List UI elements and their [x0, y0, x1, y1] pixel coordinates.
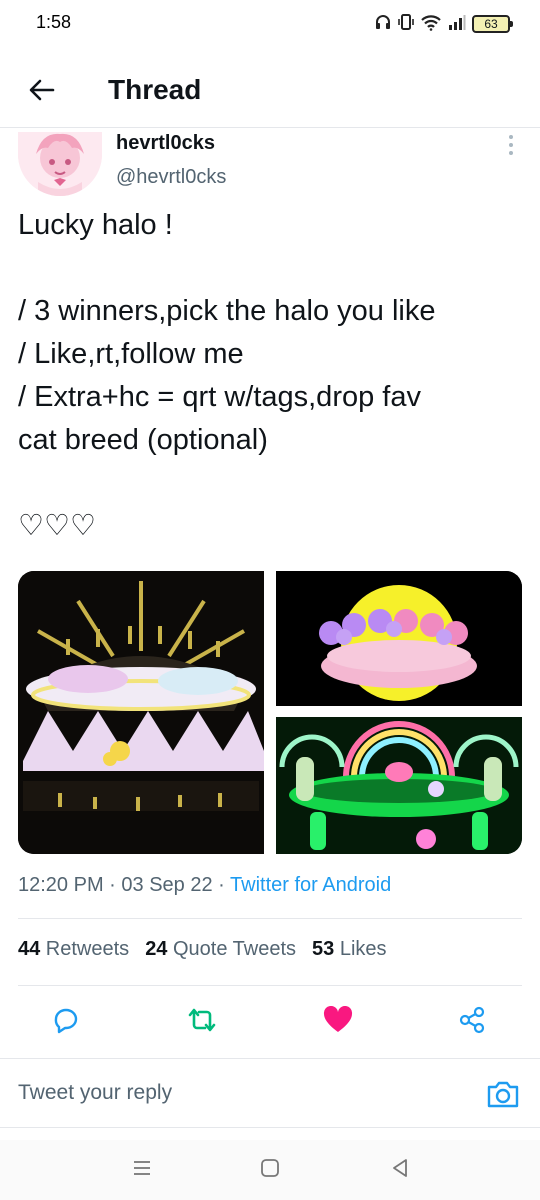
arrow-left-icon	[29, 79, 55, 106]
tweet-text: Lucky halo ! / 3 winners,pick the halo y…	[18, 204, 523, 548]
media-image-2[interactable]	[276, 571, 522, 706]
tweet-time: 12:20 PM	[18, 874, 104, 896]
like-icon	[323, 1005, 353, 1039]
headphones-icon	[374, 13, 392, 36]
reply-input[interactable]	[18, 1059, 458, 1127]
signal-icon	[448, 13, 466, 36]
system-back-button[interactable]	[384, 1154, 416, 1186]
avatar[interactable]	[18, 132, 102, 196]
tweet-source-link[interactable]: Twitter for Android	[230, 874, 391, 896]
home-icon	[260, 1158, 280, 1183]
likes-count: 53	[312, 938, 335, 960]
likes-label: Likes	[334, 938, 387, 960]
back-button[interactable]	[20, 70, 64, 114]
menu-icon	[132, 1158, 152, 1183]
status-icons: 63	[374, 12, 513, 36]
tweet-meta: 12:20 PM · 03 Sep 22 · Twitter for Andro…	[18, 874, 391, 897]
share-button[interactable]	[454, 1004, 490, 1040]
quotes-label: Quote Tweets	[167, 938, 297, 960]
separator: ·	[103, 874, 122, 896]
battery-icon: 63	[472, 15, 513, 33]
separator: ·	[212, 874, 231, 896]
reply-bar	[0, 1058, 540, 1128]
retweets-stat[interactable]: 44 Retweets	[18, 938, 129, 960]
like-button[interactable]	[320, 1004, 356, 1040]
share-icon	[458, 1006, 486, 1039]
divider	[18, 985, 522, 986]
tweet-line: Lucky halo !	[18, 209, 173, 241]
retweet-icon	[187, 1006, 217, 1039]
camera-button[interactable]	[486, 1079, 520, 1109]
status-time: 1:58	[36, 12, 72, 32]
status-bar: 1:58 63	[0, 0, 540, 50]
vibrate-icon	[398, 13, 414, 36]
reply-button[interactable]	[48, 1004, 84, 1040]
tweet-line	[18, 462, 523, 505]
tweet-stats: 44 Retweets 24 Quote Tweets 53 Likes	[18, 938, 387, 961]
author-name[interactable]: hevrtl0cks	[116, 132, 215, 155]
author-handle[interactable]: @hevrtl0cks	[116, 166, 226, 189]
likes-stat[interactable]: 53 Likes	[312, 938, 387, 960]
tweet-line	[18, 247, 523, 290]
reply-icon	[52, 1006, 80, 1039]
page-title: Thread	[108, 74, 202, 105]
tweet-line: ♡♡♡	[18, 510, 96, 542]
divider	[18, 918, 522, 919]
quotes-count: 24	[145, 938, 168, 960]
tweet-line: / 3 winners,pick the halo you like	[18, 295, 436, 327]
back-icon	[390, 1158, 410, 1183]
tweet-actions	[0, 1000, 540, 1044]
retweets-label: Retweets	[40, 938, 130, 960]
system-nav-bar	[0, 1140, 540, 1200]
tweet-line: cat breed (optional)	[18, 424, 268, 456]
dot	[509, 143, 513, 147]
tweet-line: / Like,rt,follow me	[18, 338, 244, 370]
home-button[interactable]	[254, 1154, 286, 1186]
app-bar: Thread	[0, 56, 540, 128]
tweet-line: / Extra+hc = qrt w/tags,drop fav	[18, 381, 421, 413]
quotes-stat[interactable]: 24 Quote Tweets	[145, 938, 296, 960]
retweets-count: 44	[18, 938, 41, 960]
camera-icon	[486, 1081, 520, 1113]
wifi-icon	[420, 13, 442, 36]
media-image-3[interactable]	[276, 717, 522, 854]
tweet-date: 03 Sep 22	[121, 874, 213, 896]
menu-button[interactable]	[126, 1154, 158, 1186]
more-options-button[interactable]	[500, 132, 522, 158]
media-image-1[interactable]	[18, 571, 264, 854]
retweet-button[interactable]	[184, 1004, 220, 1040]
dot	[509, 135, 513, 139]
dot	[509, 151, 513, 155]
